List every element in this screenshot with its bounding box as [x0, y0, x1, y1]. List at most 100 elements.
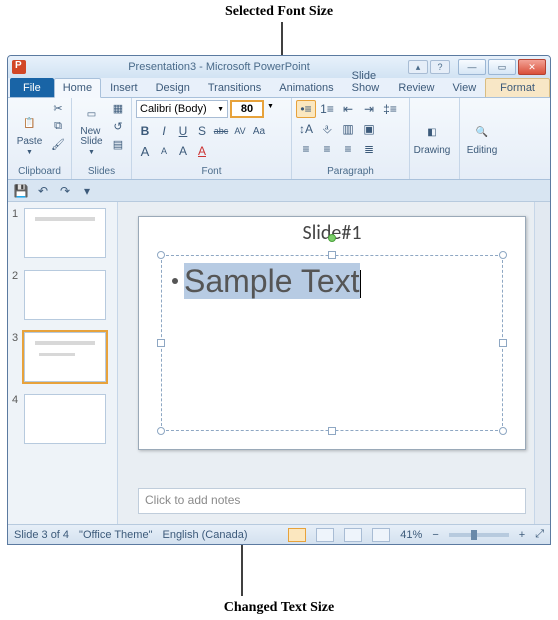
thumb-row[interactable]: 3 [12, 332, 113, 382]
reset-button[interactable]: ↺ [109, 118, 127, 134]
undo-button[interactable]: ↶ [34, 183, 52, 199]
resize-handle[interactable] [157, 339, 165, 347]
thumb-row[interactable]: 2 [12, 270, 113, 320]
resize-handle[interactable] [157, 427, 165, 435]
group-drawing-label [414, 176, 455, 179]
format-painter-button[interactable]: 🖌 [49, 136, 67, 152]
slide-stage[interactable]: Slide#1 Sample Text Click to add notes [118, 202, 550, 524]
dropdown-icon: ▼ [217, 106, 224, 113]
section-button[interactable]: ▤ [109, 136, 127, 152]
resize-handle[interactable] [157, 251, 165, 259]
tab-home[interactable]: Home [54, 78, 101, 98]
resize-handle[interactable] [499, 251, 507, 259]
section-icon: ▤ [113, 138, 123, 151]
reading-view-button[interactable] [344, 528, 362, 542]
spacing-button[interactable]: AV [231, 122, 249, 140]
tab-review[interactable]: Review [389, 78, 443, 97]
resize-handle[interactable] [328, 251, 336, 259]
sample-text[interactable]: Sample Text [172, 262, 361, 301]
editing-button[interactable]: 🔍Editing [464, 100, 500, 156]
resize-handle[interactable] [499, 427, 507, 435]
numbering-button[interactable]: 1≡ [317, 100, 337, 118]
shrink-font-button[interactable]: A [155, 142, 173, 160]
title-bar[interactable]: Presentation3 - Microsoft PowerPoint ▴ ?… [8, 56, 550, 78]
fit-window-button[interactable]: ⤢ [535, 528, 544, 541]
group-slides-label: Slides [76, 165, 127, 179]
new-slide-button[interactable]: ▭ New Slide ▼ [76, 100, 107, 156]
grow-font-button[interactable]: A [136, 142, 154, 160]
slide-thumbnail[interactable] [24, 270, 106, 320]
group-font-label: Font [136, 165, 287, 179]
bullets-button[interactable]: •≡ [296, 100, 316, 118]
resize-handle[interactable] [328, 427, 336, 435]
tab-view[interactable]: View [444, 78, 486, 97]
tab-format[interactable]: Format [485, 78, 550, 97]
sorter-view-button[interactable] [316, 528, 334, 542]
group-slides: ▭ New Slide ▼ ▦ ↺ ▤ Slides [72, 98, 132, 179]
drawing-button[interactable]: ◧Drawing [414, 100, 450, 156]
justify-button[interactable]: ≣ [359, 140, 379, 158]
columns-button[interactable]: ▥ [338, 120, 358, 138]
ribbon-minimize-button[interactable]: ▴ [408, 60, 428, 74]
indent-inc-button[interactable]: ⇥ [359, 100, 379, 118]
status-language[interactable]: English (Canada) [162, 529, 247, 541]
align-right-button[interactable]: ≡ [338, 140, 358, 158]
smartart-button[interactable]: ▣ [359, 120, 379, 138]
slide-thumbnail[interactable] [24, 208, 106, 258]
zoom-slider-thumb[interactable] [471, 530, 477, 540]
underline-button[interactable]: U [174, 122, 192, 140]
layout-button[interactable]: ▦ [109, 100, 127, 116]
slide-canvas[interactable]: Slide#1 Sample Text [138, 216, 526, 450]
dropdown-icon[interactable]: ▼ [267, 103, 274, 118]
group-editing-label [464, 176, 504, 179]
qat-more-button[interactable]: ▾ [78, 183, 96, 199]
line-spacing-button[interactable]: ‡≡ [380, 100, 400, 118]
save-button[interactable]: 💾 [12, 183, 30, 199]
font-color-button[interactable]: A [193, 142, 211, 160]
dropdown-icon: ▼ [88, 149, 95, 156]
shadow-button[interactable]: S [193, 122, 211, 140]
close-button[interactable]: ✕ [518, 59, 546, 75]
minimize-button[interactable]: — [458, 59, 486, 75]
thumb-row[interactable]: 4 [12, 394, 113, 444]
slide-thumbnail[interactable] [24, 394, 106, 444]
cut-button[interactable]: ✂ [49, 100, 67, 116]
copy-button[interactable]: ⧉ [49, 118, 67, 134]
indent-dec-button[interactable]: ⇤ [338, 100, 358, 118]
align-center-button[interactable]: ≡ [317, 140, 337, 158]
redo-button[interactable]: ↷ [56, 183, 74, 199]
bold-button[interactable]: B [136, 122, 154, 140]
change-case-button[interactable]: Aa [250, 122, 268, 140]
align-text-button[interactable]: ⎀ [317, 120, 337, 138]
resize-handle[interactable] [499, 339, 507, 347]
rotation-handle[interactable] [328, 234, 336, 242]
maximize-button[interactable]: ▭ [488, 59, 516, 75]
text-direction-button[interactable]: ↕A [296, 120, 316, 138]
zoom-in-button[interactable]: + [519, 529, 525, 541]
tab-animations[interactable]: Animations [270, 78, 342, 97]
tab-slideshow[interactable]: Slide Show [343, 66, 390, 97]
slide-thumbnail-selected[interactable] [24, 332, 106, 382]
italic-button[interactable]: I [155, 122, 173, 140]
notes-pane[interactable]: Click to add notes [138, 488, 526, 514]
tab-insert[interactable]: Insert [101, 78, 147, 97]
zoom-level[interactable]: 41% [400, 529, 422, 541]
paste-button[interactable]: 📋 Paste ▼ [12, 100, 47, 156]
tab-transitions[interactable]: Transitions [199, 78, 270, 97]
tab-design[interactable]: Design [147, 78, 199, 97]
zoom-slider[interactable] [449, 533, 509, 537]
zoom-out-button[interactable]: − [432, 529, 438, 541]
slide-thumbnails-pane[interactable]: 1 2 3 4 [8, 202, 118, 524]
slideshow-view-button[interactable] [372, 528, 390, 542]
font-name-combo[interactable]: Calibri (Body)▼ [136, 100, 228, 118]
clear-format-button[interactable]: A [174, 142, 192, 160]
help-button[interactable]: ? [430, 60, 450, 74]
thumb-row[interactable]: 1 [12, 208, 113, 258]
font-size-combo[interactable]: 80 [230, 100, 264, 118]
text-frame[interactable]: Sample Text [161, 255, 503, 431]
tab-file[interactable]: File [10, 78, 54, 97]
strike-button[interactable]: abc [212, 122, 230, 140]
normal-view-button[interactable] [288, 528, 306, 542]
vertical-scrollbar[interactable] [534, 202, 550, 524]
align-left-button[interactable]: ≡ [296, 140, 316, 158]
